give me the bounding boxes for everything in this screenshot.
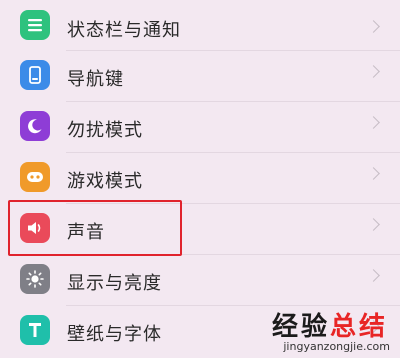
settings-item-label: 显示与亮度 bbox=[67, 273, 162, 294]
watermark: 经验总结 jingyanzongjie.com bbox=[240, 306, 390, 354]
watermark-title-dark: 经验 bbox=[271, 312, 330, 342]
settings-item-label: 状态栏与通知 bbox=[67, 20, 181, 41]
settings-item-status-bar[interactable]: 状态栏与通知 bbox=[0, 0, 400, 51]
navigation-icon bbox=[20, 60, 50, 90]
settings-item-display-brightness[interactable]: 显示与亮度 bbox=[0, 255, 400, 306]
settings-item-label: 游戏模式 bbox=[67, 171, 143, 192]
notification-icon bbox=[20, 10, 50, 40]
settings-item-label: 壁纸与字体 bbox=[67, 324, 162, 345]
moon-icon bbox=[20, 111, 50, 141]
settings-item-label: 导航键 bbox=[67, 69, 124, 90]
chevron-right-icon bbox=[367, 20, 380, 33]
settings-list: 状态栏与通知 导航键 勿扰模式 游戏模式 声音 显示与亮度 壁纸与字体 bbox=[0, 0, 400, 358]
settings-item-do-not-disturb[interactable]: 勿扰模式 bbox=[0, 102, 400, 153]
watermark-title-red: 总结 bbox=[329, 312, 388, 342]
chevron-right-icon bbox=[367, 269, 380, 282]
watermark-title: 经验总结 bbox=[272, 306, 388, 343]
highlight-box bbox=[8, 200, 182, 256]
settings-item-navigation[interactable]: 导航键 bbox=[0, 51, 400, 102]
chevron-right-icon bbox=[367, 65, 380, 78]
sun-icon bbox=[20, 264, 50, 294]
chevron-right-icon bbox=[367, 116, 380, 129]
font-icon bbox=[20, 315, 50, 345]
watermark-url: jingyanzongjie.com bbox=[283, 340, 390, 353]
chevron-right-icon bbox=[367, 167, 380, 180]
settings-item-label: 勿扰模式 bbox=[67, 120, 143, 141]
settings-item-game-mode[interactable]: 游戏模式 bbox=[0, 153, 400, 204]
chevron-right-icon bbox=[367, 218, 380, 231]
game-icon bbox=[20, 162, 50, 192]
